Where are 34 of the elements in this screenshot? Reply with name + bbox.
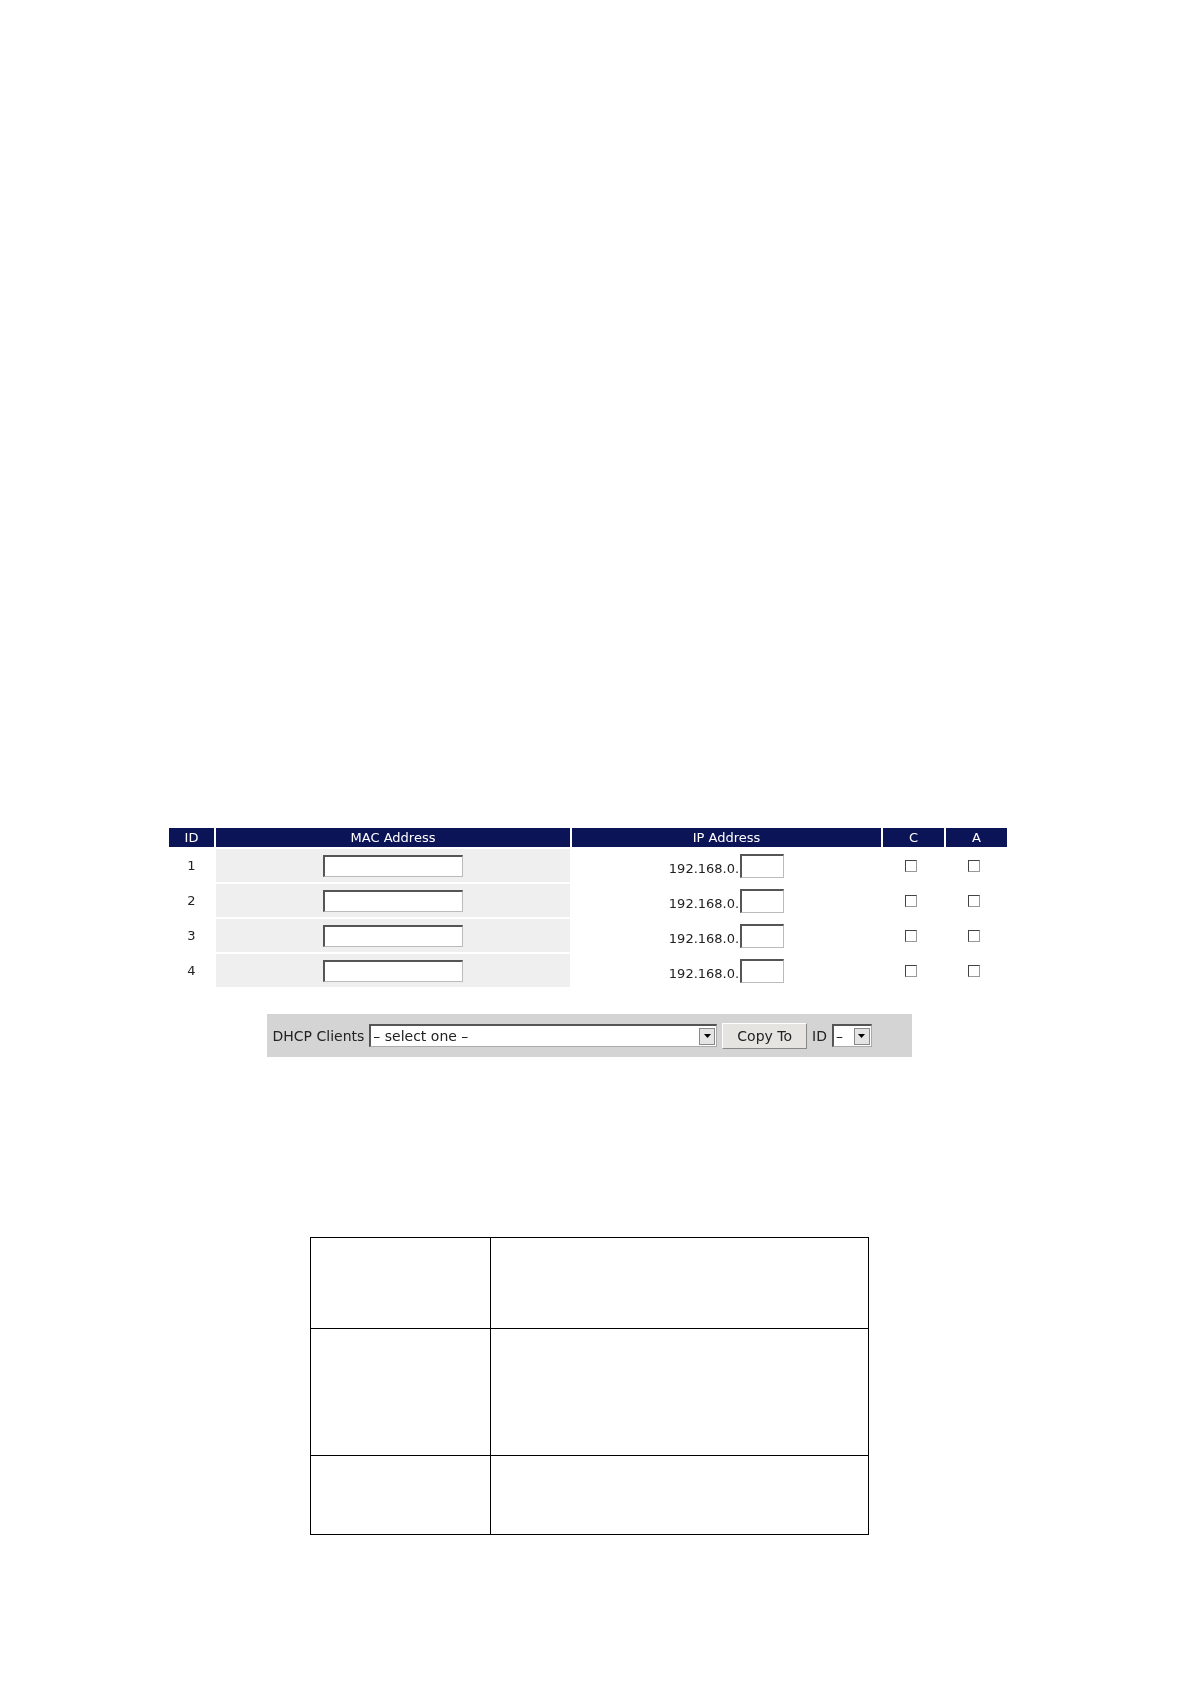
checkbox[interactable] xyxy=(904,894,917,907)
dhcp-clients-label: DHCP Clients xyxy=(272,1027,365,1044)
row-id: 2 xyxy=(187,893,196,908)
mac-address-field[interactable] xyxy=(323,959,463,982)
mac-address-field[interactable] xyxy=(323,924,463,947)
checkbox[interactable] xyxy=(904,964,917,977)
ip-last-octet-field[interactable] xyxy=(740,958,785,983)
column-header: A xyxy=(946,828,1007,847)
row-id: 1 xyxy=(187,858,196,873)
id-label: ID xyxy=(812,1027,827,1044)
dhcp-clients-dropdown[interactable]: – select one – xyxy=(369,1024,718,1047)
id-dropdown[interactable]: – xyxy=(831,1024,872,1047)
checkbox[interactable] xyxy=(967,859,980,872)
copy-to-button[interactable]: Copy To xyxy=(722,1022,807,1049)
checkbox[interactable] xyxy=(967,894,980,907)
checkbox[interactable] xyxy=(967,929,980,942)
column-header: C xyxy=(883,828,944,847)
column-header: ID xyxy=(169,828,214,847)
row-id: 3 xyxy=(187,928,196,943)
ip-prefix: 192.168.0. xyxy=(668,931,740,946)
ip-last-octet-field[interactable] xyxy=(740,853,785,878)
checkbox[interactable] xyxy=(904,929,917,942)
checkbox[interactable] xyxy=(967,964,980,977)
mac-address-field[interactable] xyxy=(323,854,463,877)
column-header: IP Address xyxy=(572,828,881,847)
row-id: 4 xyxy=(187,963,196,978)
ip-last-octet-field[interactable] xyxy=(740,888,785,913)
ip-last-octet-field[interactable] xyxy=(740,923,785,948)
ip-prefix: 192.168.0. xyxy=(668,896,740,911)
mac-address-field[interactable] xyxy=(323,889,463,912)
checkbox[interactable] xyxy=(904,859,917,872)
ip-prefix: 192.168.0. xyxy=(668,966,740,981)
ip-prefix: 192.168.0. xyxy=(668,861,740,876)
column-header: MAC Address xyxy=(216,828,570,847)
